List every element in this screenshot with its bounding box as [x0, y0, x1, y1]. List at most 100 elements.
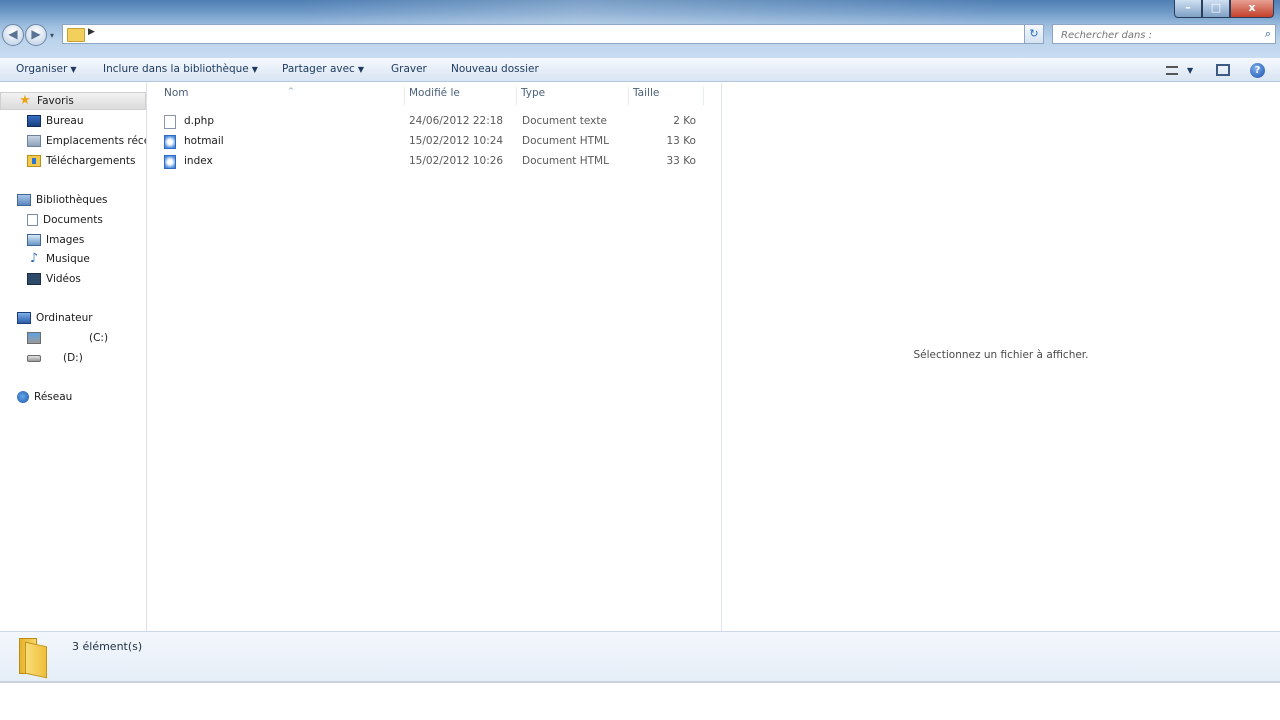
column-label: Type	[521, 87, 546, 99]
file-name: d.php	[184, 115, 214, 127]
search-box[interactable]: ⌕	[1052, 24, 1276, 44]
nav-item-favorites[interactable]: ★ Favoris	[0, 92, 146, 110]
drive-icon	[27, 354, 41, 362]
column-label: Nom	[164, 87, 189, 99]
images-icon	[27, 234, 41, 246]
table-row[interactable]: index 15/02/2012 10:26 Document HTML 33 …	[162, 153, 702, 171]
explorer-window: – □ x ◀ ▶ ▾ ▶ ▾ ↻ ⌕ Organiser▼ Inclure d…	[0, 0, 1280, 684]
file-name: index	[184, 155, 213, 167]
file-list: Nom ^ Modifié le Type Taille d.php 24/06…	[148, 83, 720, 631]
burn-button[interactable]: Graver	[391, 63, 427, 75]
include-library-label: Inclure dans la bibliothèque	[103, 63, 249, 75]
preview-pane: Sélectionnez un fichier à afficher.	[721, 83, 1280, 631]
folder-icon	[67, 28, 85, 42]
nav-label: Musique	[46, 253, 90, 265]
nav-label: Vidéos	[46, 273, 81, 285]
address-bar[interactable]: ▶ ▾	[62, 24, 1044, 44]
chevron-down-icon: ▼	[70, 65, 77, 74]
table-row[interactable]: d.php 24/06/2012 22:18 Document texte 2 …	[162, 113, 702, 131]
column-header-name[interactable]: Nom ^	[160, 87, 405, 105]
nav-item-drive-c[interactable]: (C:)	[27, 329, 108, 347]
documents-icon	[27, 214, 38, 226]
column-label: Modifié le	[409, 87, 460, 99]
nav-item-recent[interactable]: Emplacements récents	[27, 132, 146, 150]
file-type: Document texte	[522, 115, 607, 127]
file-modified: 15/02/2012 10:26	[409, 155, 504, 167]
maximize-button[interactable]: □	[1202, 0, 1230, 18]
nav-item-videos[interactable]: Vidéos	[27, 270, 81, 288]
file-name: hotmail	[184, 135, 224, 147]
text-file-icon	[164, 115, 176, 129]
breadcrumb-separator[interactable]: ▶	[88, 27, 95, 37]
help-icon: ?	[1250, 62, 1265, 78]
preview-pane-icon	[1216, 64, 1230, 76]
nav-item-music[interactable]: ♪ Musique	[27, 250, 90, 268]
file-modified: 24/06/2012 22:18	[409, 115, 504, 127]
organize-button[interactable]: Organiser ▼	[16, 63, 76, 75]
nav-item-downloads[interactable]: Téléchargements	[27, 152, 136, 170]
title-bar: – □ x ◀ ▶ ▾ ▶ ▾ ↻ ⌕	[0, 0, 1280, 58]
file-type: Document HTML	[522, 155, 609, 167]
organize-label: Organiser	[16, 63, 68, 75]
sort-ascending-icon: ^	[288, 87, 294, 95]
chevron-down-icon: ▼	[357, 65, 364, 74]
nav-item-images[interactable]: Images	[27, 231, 84, 249]
new-folder-button[interactable]: Nouveau dossier	[451, 63, 539, 75]
search-icon[interactable]: ⌕	[1265, 27, 1271, 41]
back-button[interactable]: ◀	[2, 24, 24, 46]
column-label: Taille	[633, 87, 660, 99]
refresh-button[interactable]: ↻	[1024, 24, 1044, 44]
file-size: 13 Ko	[666, 135, 697, 147]
include-library-button[interactable]: Inclure dans la bibliothèque ▼	[103, 63, 258, 75]
nav-item-desktop[interactable]: Bureau	[27, 112, 84, 130]
desktop-icon	[27, 115, 41, 127]
nav-label: Favoris	[37, 95, 74, 107]
file-type: Document HTML	[522, 135, 609, 147]
column-header-size[interactable]: Taille	[629, 87, 704, 105]
nav-label: Téléchargements	[46, 155, 136, 167]
command-bar: Organiser ▼ Inclure dans la bibliothèque ▼…	[0, 58, 1280, 82]
preview-message: Sélectionnez un fichier à afficher.	[913, 349, 1089, 361]
videos-icon	[27, 273, 41, 285]
column-header-type[interactable]: Type	[517, 87, 629, 105]
share-button[interactable]: Partager avec ▼	[282, 63, 364, 75]
libraries-icon	[17, 194, 31, 206]
file-size: 33 Ko	[666, 155, 697, 167]
views-button[interactable]: ▼	[1166, 61, 1193, 79]
file-size: 2 Ko	[673, 115, 696, 127]
folder-icon	[17, 638, 49, 679]
close-button[interactable]: x	[1230, 0, 1274, 18]
forward-button[interactable]: ▶	[25, 24, 47, 46]
nav-label: Images	[46, 234, 85, 246]
nav-label: Ordinateur	[36, 312, 93, 324]
preview-pane-button[interactable]	[1216, 61, 1230, 79]
nav-item-documents[interactable]: Documents	[27, 211, 103, 229]
recent-pages-dropdown[interactable]: ▾	[50, 31, 54, 40]
minimize-button[interactable]: –	[1174, 0, 1202, 18]
nav-item-computer[interactable]: Ordinateur	[17, 309, 93, 327]
nav-label: Documents	[43, 214, 103, 226]
window-controls: – □ x	[1174, 0, 1274, 18]
views-icon	[1166, 65, 1178, 75]
nav-item-network[interactable]: Réseau	[17, 388, 72, 406]
nav-label: Bibliothèques	[36, 194, 108, 206]
music-icon: ♪	[29, 251, 39, 266]
network-icon	[17, 391, 29, 403]
nav-buttons: ◀ ▶ ▾	[2, 24, 54, 46]
table-row[interactable]: hotmail 15/02/2012 10:24 Document HTML 1…	[162, 133, 702, 151]
details-pane: 3 élément(s)	[0, 631, 1280, 681]
file-modified: 15/02/2012 10:24	[409, 135, 504, 147]
column-header-modified[interactable]: Modifié le	[405, 87, 517, 105]
navigation-pane: ★ Favoris Bureau Emplacements récents Té…	[0, 83, 147, 631]
share-label: Partager avec	[282, 63, 355, 75]
html-file-icon	[164, 155, 176, 169]
html-file-icon	[164, 135, 176, 149]
search-input[interactable]	[1059, 26, 1248, 44]
help-button[interactable]: ?	[1250, 61, 1265, 79]
star-icon: ★	[19, 93, 31, 108]
nav-item-drive-d[interactable]: (D:)	[27, 349, 83, 367]
item-count: 3 élément(s)	[72, 640, 143, 653]
recent-places-icon	[27, 135, 41, 147]
downloads-icon	[27, 155, 41, 167]
nav-item-libraries[interactable]: Bibliothèques	[17, 191, 108, 209]
